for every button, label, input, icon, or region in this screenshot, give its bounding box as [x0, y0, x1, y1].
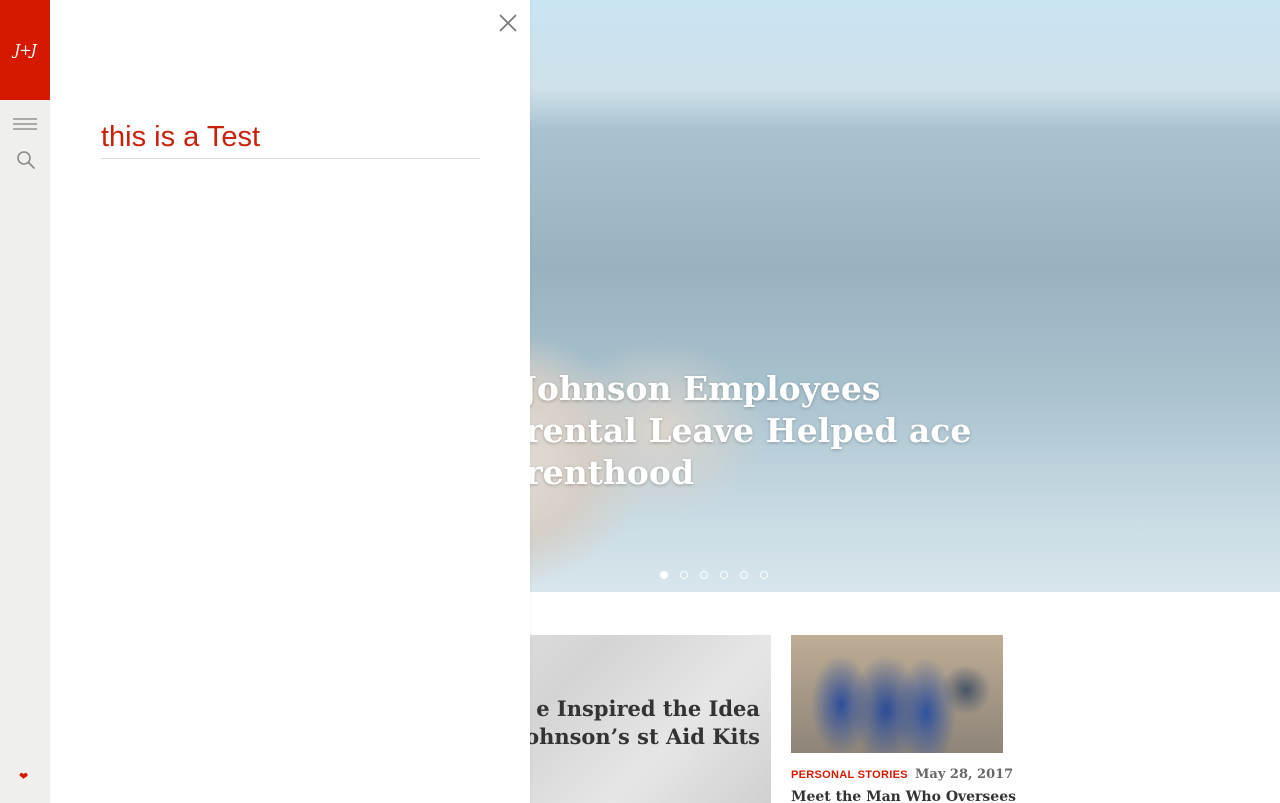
story-title[interactable]: Meet the Man Who Oversees [791, 789, 1016, 803]
search-field [101, 117, 480, 159]
story-date: May 28, 2017 [915, 767, 1014, 782]
close-icon[interactable] [497, 12, 519, 34]
carousel-dots [660, 571, 768, 579]
search-panel [50, 0, 530, 803]
search-input[interactable] [101, 117, 480, 157]
story-image[interactable] [791, 635, 1003, 753]
carousel-dot-3[interactable] [700, 571, 708, 579]
carousel-dot-1[interactable] [660, 571, 668, 579]
hamburger-icon[interactable] [13, 118, 37, 134]
brand-logo[interactable]: J+J [0, 0, 50, 100]
carousel-dot-2[interactable] [680, 571, 688, 579]
left-rail: J+J ❤ [0, 0, 50, 803]
carousel-dot-5[interactable] [740, 571, 748, 579]
search-icon[interactable] [16, 150, 36, 170]
carousel-dot-6[interactable] [760, 571, 768, 579]
hero-headline[interactable]: & Johnson Employees Parental Leave Helpe… [480, 368, 1040, 494]
heart-icon[interactable]: ❤ [19, 770, 28, 783]
carousel-dot-4[interactable] [720, 571, 728, 579]
logo-text: J+J [14, 41, 37, 59]
story-category[interactable]: PERSONAL STORIES [791, 769, 908, 781]
